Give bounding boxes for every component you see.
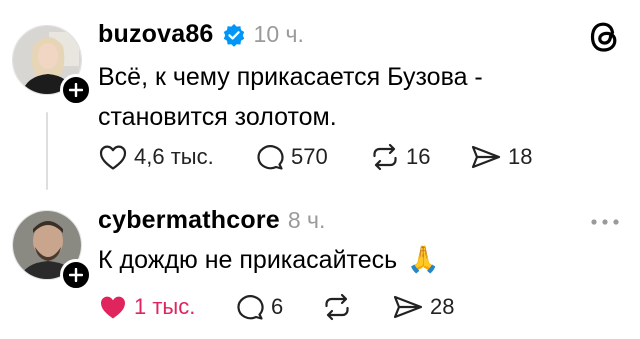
share-icon: [392, 293, 424, 321]
plus-icon: [69, 83, 83, 97]
reply-repost-button[interactable]: [322, 293, 352, 321]
username[interactable]: buzova86: [98, 20, 214, 49]
heart-icon: [98, 143, 128, 171]
reply-reply-count: 6: [271, 294, 284, 319]
reply-button[interactable]: 570: [255, 143, 328, 171]
reply-share-button[interactable]: 28: [392, 293, 454, 321]
reply-text: К дождю не прикасайтесь: [98, 246, 398, 274]
threads-logo-icon[interactable]: [588, 20, 622, 54]
reply-time: 8 ч.: [287, 207, 326, 233]
repost-button[interactable]: 16: [370, 143, 430, 171]
reply-like-button[interactable]: 1 тыс.: [98, 293, 195, 321]
reply-reply-button[interactable]: 6: [235, 293, 283, 321]
thread-line: [46, 112, 48, 190]
repost-count: 16: [406, 144, 431, 169]
comment-icon: [235, 293, 265, 321]
plus-icon: [69, 268, 83, 282]
post-text-line-2: становится золотом.: [98, 103, 337, 131]
reply-like-count: 1 тыс.: [134, 294, 196, 319]
reply-username[interactable]: cybermathcore: [98, 206, 280, 235]
post-text-line-1: Всё, к чему прикасается Бузова -: [98, 63, 483, 91]
follow-plus-button[interactable]: [60, 74, 92, 106]
share-icon: [470, 143, 502, 171]
verified-badge-icon: [222, 23, 246, 47]
comment-icon: [255, 143, 285, 171]
like-button[interactable]: 4,6 тыс.: [98, 143, 214, 171]
reply-share-count: 28: [430, 294, 455, 319]
repost-icon: [370, 143, 400, 171]
like-count: 4,6 тыс.: [134, 144, 214, 169]
share-button[interactable]: 18: [470, 143, 532, 171]
heart-icon: [98, 293, 128, 321]
follow-plus-button[interactable]: [60, 259, 92, 291]
more-icon[interactable]: [590, 218, 620, 226]
share-count: 18: [508, 144, 533, 169]
repost-icon: [322, 293, 352, 321]
post-time: 10 ч.: [253, 21, 304, 47]
reply-count: 570: [291, 144, 328, 169]
pray-emoji: 🙏: [407, 245, 440, 275]
